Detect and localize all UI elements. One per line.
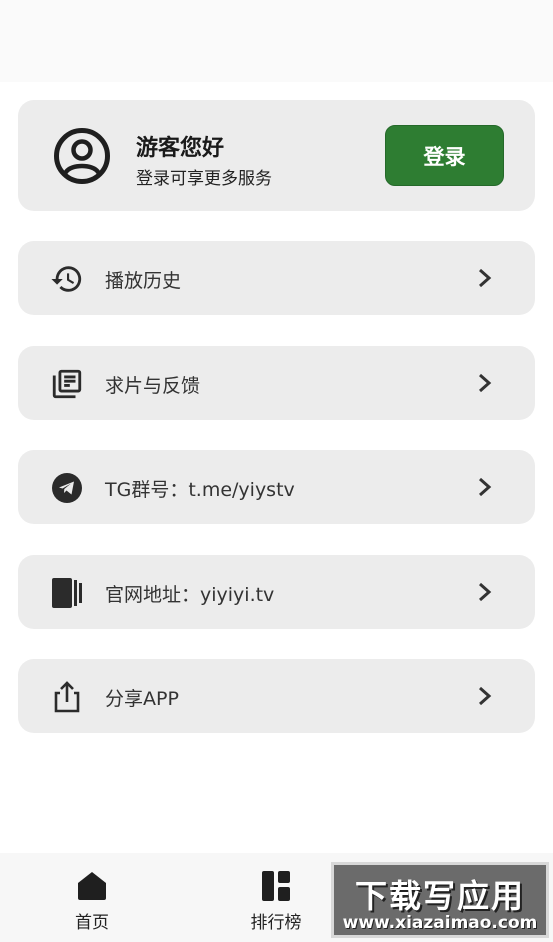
account-circle-icon[interactable] — [54, 128, 110, 184]
login-benefit-text: 登录可享更多服务 — [136, 169, 272, 189]
tab-ranking[interactable]: 排行榜 — [216, 853, 336, 942]
profile-card: 游客您好 登录可享更多服务 登录 — [18, 100, 535, 211]
menu-item-share[interactable]: 分享APP — [18, 659, 535, 733]
menu-item-telegram[interactable]: TG群号：t.me/yiystv — [18, 450, 535, 524]
menu-item-label: 官网地址：yiyiyi.tv — [105, 584, 275, 606]
chevron-right-icon — [479, 373, 492, 393]
menu-item-history[interactable]: 播放历史 — [18, 241, 535, 315]
chevron-right-icon — [479, 477, 492, 497]
chevron-right-icon — [479, 268, 492, 288]
menu-item-label: 求片与反馈 — [105, 375, 201, 397]
website-icon — [50, 576, 84, 610]
chevron-right-icon — [479, 686, 492, 706]
greeting-text: 游客您好 — [136, 136, 225, 161]
status-bar-area — [0, 0, 553, 82]
ranking-dashboard-icon — [262, 871, 290, 901]
site-watermark: 下载写应用 www.xiazaimao.com — [331, 862, 549, 938]
menu-item-label: 播放历史 — [105, 270, 182, 292]
menu-item-feedback[interactable]: 求片与反馈 — [18, 346, 535, 420]
feedback-list-icon — [50, 367, 84, 401]
home-icon — [78, 872, 106, 900]
share-icon — [50, 680, 84, 714]
tab-ranking-label: 排行榜 — [250, 913, 302, 933]
history-icon — [50, 262, 84, 296]
login-button[interactable]: 登录 — [385, 125, 504, 186]
menu-item-label: 分享APP — [105, 688, 179, 710]
tab-home[interactable]: 首页 — [32, 853, 152, 942]
telegram-icon — [50, 471, 84, 505]
menu-item-website[interactable]: 官网地址：yiyiyi.tv — [18, 555, 535, 629]
watermark-url: www.xiazaimao.com — [342, 913, 538, 933]
watermark-title: 下载写应用 — [354, 877, 525, 915]
chevron-right-icon — [479, 582, 492, 602]
menu-item-label: TG群号：t.me/yiystv — [105, 479, 295, 501]
tab-home-label: 首页 — [75, 913, 109, 933]
